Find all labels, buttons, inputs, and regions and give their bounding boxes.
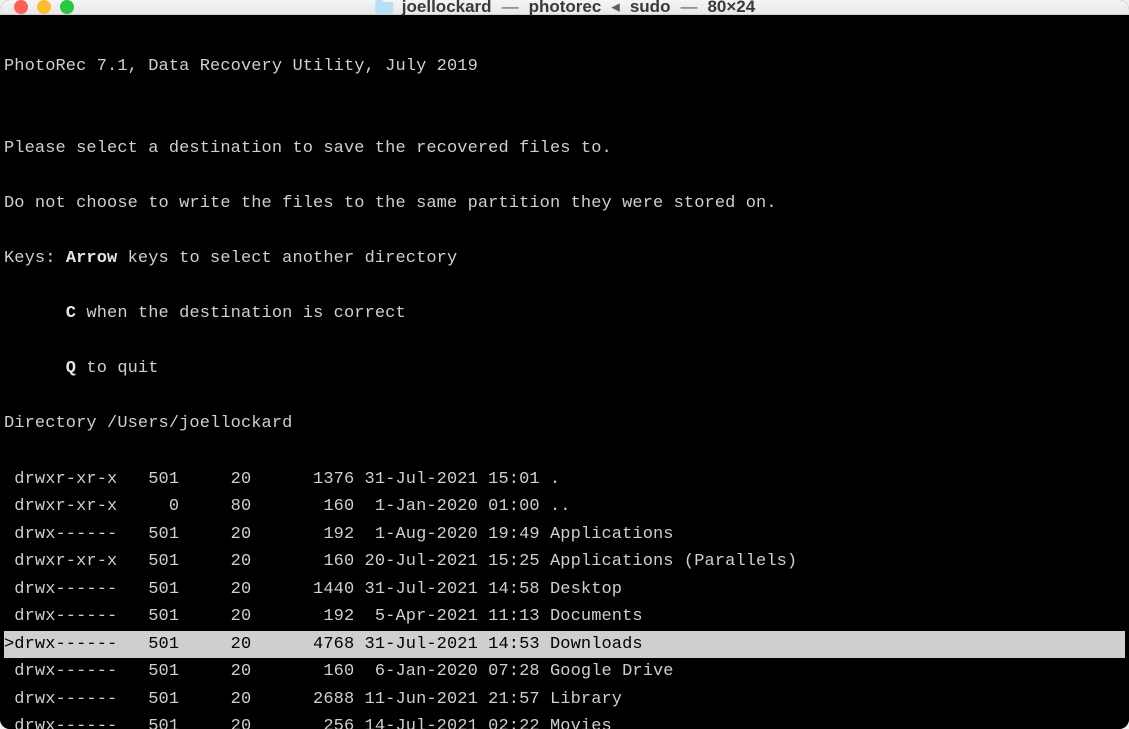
- title-proc: photorec: [529, 0, 602, 17]
- instruction-line: Do not choose to write the files to the …: [4, 190, 1125, 218]
- minimize-icon[interactable]: [37, 0, 51, 14]
- c-desc: when the destination is correct: [76, 304, 406, 323]
- keys-line: C when the destination is correct: [4, 300, 1125, 328]
- instruction-line: Please select a destination to save the …: [4, 135, 1125, 163]
- titlebar[interactable]: joellockard — photorec ◂ sudo — 80×24: [0, 0, 1129, 15]
- arrow-key: Arrow: [66, 249, 118, 268]
- title-sep: ◂: [611, 0, 620, 17]
- c-key: C: [4, 304, 76, 323]
- title-size: 80×24: [707, 0, 755, 17]
- list-item[interactable]: drwx------ 501 20 192 5-Apr-2021 11:13 D…: [4, 603, 1125, 631]
- list-item[interactable]: drwx------ 501 20 2688 11-Jun-2021 21:57…: [4, 686, 1125, 714]
- title-sep: —: [680, 0, 697, 17]
- directory-line: Directory /Users/joellockard: [4, 410, 1125, 438]
- q-desc: to quit: [76, 359, 158, 378]
- list-item[interactable]: drwx------ 501 20 192 1-Aug-2020 19:49 A…: [4, 521, 1125, 549]
- list-item[interactable]: drwx------ 501 20 1440 31-Jul-2021 14:58…: [4, 576, 1125, 604]
- q-key: Q: [4, 359, 76, 378]
- traffic-lights: [14, 0, 74, 14]
- close-icon[interactable]: [14, 0, 28, 14]
- arrow-desc: keys to select another directory: [117, 249, 457, 268]
- list-item[interactable]: drwx------ 501 20 256 14-Jul-2021 02:22 …: [4, 713, 1125, 729]
- title-cmd: sudo: [630, 0, 671, 17]
- list-item[interactable]: drwxr-xr-x 0 80 160 1-Jan-2020 01:00 ..: [4, 493, 1125, 521]
- window-title: joellockard — photorec ◂ sudo — 80×24: [374, 0, 755, 17]
- title-user: joellockard: [402, 0, 492, 17]
- title-sep: —: [502, 0, 519, 17]
- keys-label: Keys:: [4, 249, 66, 268]
- keys-line: Q to quit: [4, 355, 1125, 383]
- list-item[interactable]: drwx------ 501 20 160 6-Jan-2020 07:28 G…: [4, 658, 1125, 686]
- zoom-icon[interactable]: [60, 0, 74, 14]
- keys-line: Keys: Arrow keys to select another direc…: [4, 245, 1125, 273]
- app-version-line: PhotoRec 7.1, Data Recovery Utility, Jul…: [4, 53, 1125, 81]
- list-item[interactable]: >drwx------ 501 20 4768 31-Jul-2021 14:5…: [4, 631, 1125, 659]
- file-listing[interactable]: drwxr-xr-x 501 20 1376 31-Jul-2021 15:01…: [4, 466, 1125, 729]
- terminal-window: joellockard — photorec ◂ sudo — 80×24 Ph…: [0, 0, 1129, 729]
- folder-icon: [374, 0, 394, 15]
- terminal-body[interactable]: PhotoRec 7.1, Data Recovery Utility, Jul…: [0, 15, 1129, 729]
- list-item[interactable]: drwxr-xr-x 501 20 1376 31-Jul-2021 15:01…: [4, 466, 1125, 494]
- list-item[interactable]: drwxr-xr-x 501 20 160 20-Jul-2021 15:25 …: [4, 548, 1125, 576]
